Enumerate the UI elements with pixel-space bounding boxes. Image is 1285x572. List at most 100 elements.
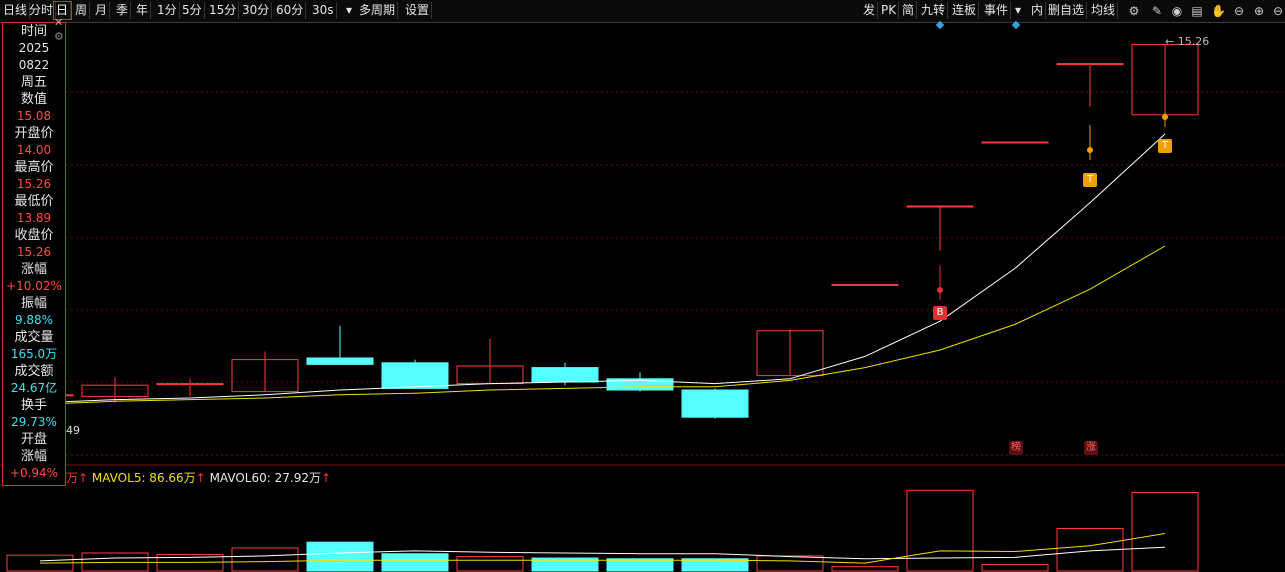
- volume-bar-12: [906, 489, 974, 572]
- period-tab-7[interactable]: 1分: [155, 2, 180, 19]
- open-gap-label-2: 涨幅: [20, 449, 47, 464]
- zoom-out-icon[interactable]: ⊖: [1232, 4, 1246, 18]
- tool-item-5[interactable]: 事件: [982, 2, 1012, 19]
- candle-body-4: [306, 357, 374, 365]
- period-tab-13[interactable]: 多周期: [357, 2, 399, 19]
- value-label: 数值: [20, 92, 47, 107]
- period-tab-9[interactable]: 15分: [207, 2, 240, 19]
- mavol5-arrow: ↑: [195, 471, 206, 485]
- buy-flag[interactable]: B: [933, 306, 947, 320]
- low-value: 13.89: [16, 211, 52, 225]
- volume-value: 165.0万: [10, 347, 58, 361]
- period-tab-11[interactable]: 60分: [274, 2, 307, 19]
- zoom-in-icon[interactable]: ⊕: [1252, 4, 1266, 18]
- minus-icon[interactable]: ⊖: [1271, 4, 1285, 18]
- flag-dot-2: [1162, 114, 1168, 120]
- mavol60-label: MAVOL60: 27.92万: [209, 471, 321, 485]
- rank-flag[interactable]: 榜: [1009, 441, 1023, 455]
- candle-body-13: [981, 141, 1049, 144]
- period-dropdown-icon[interactable]: ▾: [344, 2, 354, 19]
- t-flag-1[interactable]: T: [1083, 173, 1097, 187]
- period-tab-5[interactable]: 季: [114, 2, 132, 19]
- high-label: 最高价: [14, 160, 54, 175]
- candle-body-12: [906, 205, 974, 208]
- ma-white-line: [39, 133, 1166, 404]
- data-window: 时间 2025 0822 周五 数值 15.08 开盘价 14.00 最高价 1…: [2, 22, 66, 486]
- open-value: 14.00: [16, 143, 52, 157]
- mavol-yellow-line: [39, 533, 1166, 564]
- open-label: 开盘价: [14, 126, 54, 141]
- hand-label: 换手: [20, 398, 47, 413]
- volume-legend: 万↑ MAVOL5: 86.66万↑ MAVOL60: 27.92万↑: [66, 469, 331, 486]
- tool-item-0[interactable]: 发: [861, 2, 879, 19]
- turnover-value: 24.67亿: [10, 381, 58, 395]
- candle-body-2: [156, 383, 224, 386]
- candle-body-9: [681, 389, 749, 418]
- low-label: 最低价: [14, 194, 54, 209]
- candle-body-7: [531, 367, 599, 383]
- volume-bar-10: [756, 555, 824, 572]
- trash-icon[interactable]: ▤: [1190, 4, 1204, 18]
- tool-item-7[interactable]: 删自选: [1046, 2, 1088, 19]
- period-tab-8[interactable]: 5分: [180, 2, 205, 19]
- volume-label: 成交量: [14, 330, 54, 345]
- kline-chart[interactable]: [0, 0, 1285, 572]
- volume-bar-13: [981, 564, 1049, 572]
- candle-body-14: [1056, 63, 1124, 66]
- tool-item-8[interactable]: 均线: [1089, 2, 1119, 19]
- vol-tail: 万↑: [66, 471, 89, 485]
- period-tab-12[interactable]: 30s: [310, 2, 337, 19]
- period-tab-0[interactable]: 日线: [1, 2, 31, 19]
- ma-yellow-line: [39, 245, 1166, 405]
- tool-item-6[interactable]: 内: [1029, 2, 1047, 19]
- candle-body-11: [831, 283, 899, 286]
- eye-icon[interactable]: ◉: [1170, 4, 1184, 18]
- hand-value: 29.73%: [11, 415, 57, 429]
- period-tab-6[interactable]: 年: [134, 2, 152, 19]
- close-label: 收盘价: [14, 228, 54, 243]
- value-value: 15.08: [16, 109, 52, 123]
- limit-up-flag[interactable]: 涨: [1084, 441, 1098, 455]
- period-toolbar: 日线 分时日周月季年 1分 5分 15分 30分 60分 30s 多周期 设置 ▾ 发 PK 简九转 连板事…: [0, 0, 1285, 23]
- period-tab-14[interactable]: 设置: [403, 2, 433, 19]
- mavol5-label: MAVOL5: 86.66万: [91, 471, 196, 485]
- date-value: 0822: [18, 58, 50, 72]
- gear-icon[interactable]: ⚙: [54, 30, 64, 43]
- amplitude-value: 9.88%: [14, 313, 54, 327]
- period-tab-3[interactable]: 周: [73, 2, 91, 19]
- event-dropdown-icon[interactable]: ▾: [1013, 2, 1023, 19]
- change-label: 涨幅: [20, 262, 47, 277]
- volume-bar-6: [456, 556, 524, 572]
- open-gap-value: +0.94%: [9, 466, 59, 480]
- high-value: 15.26: [16, 177, 52, 191]
- tool-item-1[interactable]: PK: [879, 2, 900, 19]
- mavol60-arrow: ↑: [320, 471, 332, 485]
- volume-bar-5: [381, 553, 449, 572]
- settings-icon[interactable]: ⚙: [1127, 4, 1141, 18]
- low-price-label: 49: [66, 424, 80, 437]
- tool-item-3[interactable]: 九转: [919, 2, 949, 19]
- t-flag-2[interactable]: T: [1158, 139, 1172, 153]
- tool-item-4[interactable]: 连板: [950, 2, 980, 19]
- flag-dot-0: [937, 287, 943, 293]
- turnover-label: 成交额: [14, 364, 54, 379]
- period-tab-1[interactable]: 分时: [27, 2, 57, 19]
- flag-dot-1: [1087, 147, 1093, 153]
- candle-body-5: [381, 362, 449, 389]
- hand-icon[interactable]: ✋: [1211, 4, 1226, 18]
- weekday-value: 周五: [20, 75, 47, 90]
- brush-icon[interactable]: ✎: [1150, 4, 1164, 18]
- volume-bar-3: [231, 547, 299, 572]
- high-price-marker: ← 15.26: [1165, 35, 1210, 48]
- volume-bar-11: [831, 566, 899, 572]
- period-tab-10[interactable]: 30分: [240, 2, 273, 19]
- tool-item-2[interactable]: 简: [900, 2, 918, 19]
- high-price-label: 15.26: [1177, 35, 1210, 48]
- open-gap-label-1: 开盘: [20, 432, 47, 447]
- close-value: 15.26: [16, 245, 52, 259]
- volume-bar-4: [306, 541, 374, 572]
- close-icon[interactable]: ✕: [54, 16, 63, 29]
- change-value: +10.02%: [6, 279, 62, 293]
- volume-bar-15: [1131, 491, 1199, 572]
- period-tab-4[interactable]: 月: [93, 2, 111, 19]
